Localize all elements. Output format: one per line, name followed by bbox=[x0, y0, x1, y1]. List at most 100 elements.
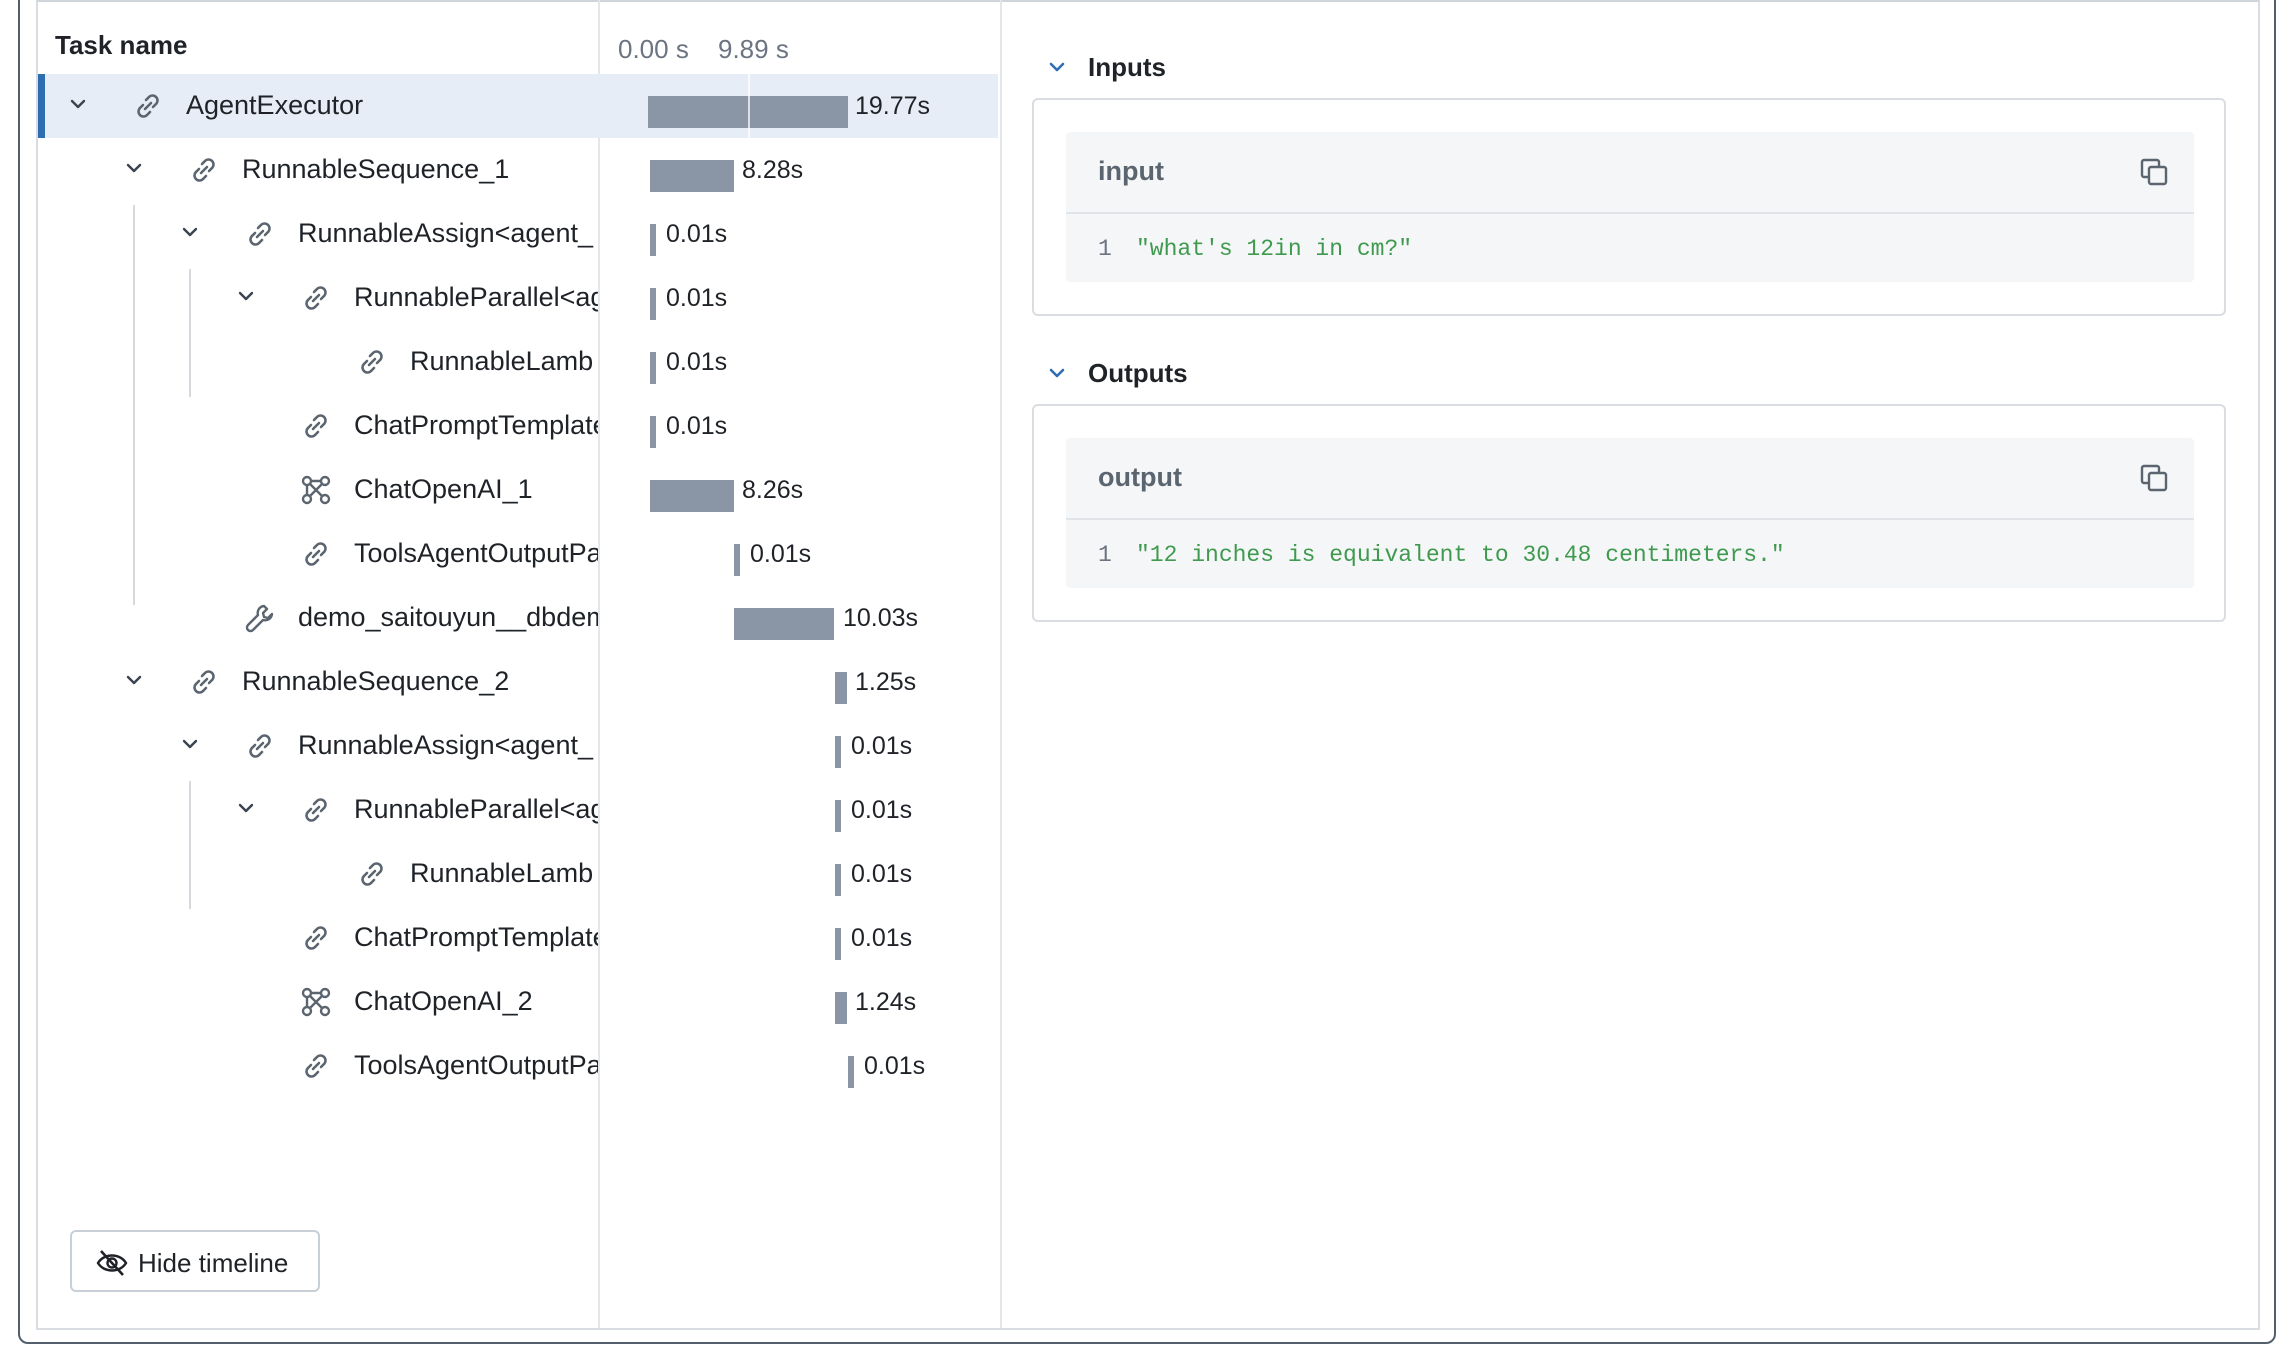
duration-bar bbox=[650, 160, 734, 192]
inputs-card: input 1 "what's 12in in cm?" bbox=[1032, 98, 2226, 316]
chevron-down-icon[interactable] bbox=[124, 670, 144, 690]
task-name-header: Task name bbox=[55, 30, 188, 60]
wrench-icon bbox=[242, 600, 278, 636]
chevron-down-icon[interactable] bbox=[236, 798, 256, 818]
duration-bar bbox=[835, 992, 847, 1024]
task-row[interactable]: RunnableAssign<agent_ 0.01s bbox=[38, 202, 998, 266]
selection-indicator bbox=[38, 74, 45, 138]
link-icon bbox=[298, 920, 334, 956]
duration-label: 19.77s bbox=[855, 92, 931, 120]
duration-label: 0.01s bbox=[666, 412, 728, 440]
timeline-midpoint-tick bbox=[748, 70, 750, 140]
task-name: ChatOpenAI_2 bbox=[354, 986, 533, 1016]
task-row[interactable]: AgentExecutor 19.77s bbox=[38, 74, 998, 138]
model-icon bbox=[298, 472, 334, 508]
duration-bar bbox=[835, 800, 841, 832]
outputs-card: output 1 "12 inches is equivalent to 30.… bbox=[1032, 404, 2226, 622]
hide-timeline-label: Hide timeline bbox=[138, 1248, 289, 1278]
link-icon bbox=[298, 1048, 334, 1084]
duration-label: 0.01s bbox=[851, 732, 913, 760]
duration-bar bbox=[835, 736, 841, 768]
task-name: RunnableSequence_2 bbox=[242, 666, 510, 696]
link-icon bbox=[186, 664, 222, 700]
chevron-down-icon[interactable] bbox=[180, 734, 200, 754]
chevron-down-icon[interactable] bbox=[124, 158, 144, 178]
duration-bar bbox=[835, 864, 841, 896]
task-row[interactable]: RunnableAssign<agent_ 0.01s bbox=[38, 714, 998, 778]
duration-label: 0.01s bbox=[666, 348, 728, 376]
task-row[interactable]: ChatPromptTemplate_1 0.01s bbox=[38, 394, 998, 458]
duration-label: 1.25s bbox=[855, 668, 917, 696]
input-divider bbox=[1066, 212, 2194, 214]
task-row[interactable]: RunnableParallel<ag 0.01s bbox=[38, 266, 998, 330]
task-row[interactable]: RunnableLamb 0.01s bbox=[38, 842, 998, 906]
timeline-start-label: 0.00 s bbox=[618, 34, 689, 64]
link-icon bbox=[242, 216, 278, 252]
duration-label: 0.01s bbox=[851, 796, 913, 824]
duration-label: 0.01s bbox=[851, 924, 913, 952]
task-row[interactable]: ToolsAgentOutputParser 0.01s bbox=[38, 1034, 998, 1098]
chevron-down-icon[interactable] bbox=[236, 286, 256, 306]
inputs-collapse-chevron-icon[interactable] bbox=[1046, 56, 1068, 78]
output-value: "12 inches is equivalent to 30.48 centim… bbox=[1136, 542, 1785, 568]
link-icon bbox=[354, 856, 390, 892]
link-icon bbox=[130, 88, 166, 124]
input-title: input bbox=[1098, 156, 1164, 186]
output-line-number: 1 bbox=[1098, 542, 1112, 568]
duration-label: 8.28s bbox=[742, 156, 804, 184]
task-name: ToolsAgentOutputParser bbox=[354, 1050, 598, 1080]
task-name: RunnableSequence_1 bbox=[242, 154, 510, 184]
task-name: RunnableAssign<agent_ bbox=[298, 730, 593, 760]
task-name: RunnableParallel<ag bbox=[354, 282, 598, 312]
copy-output-icon[interactable] bbox=[2138, 462, 2170, 494]
outputs-collapse-chevron-icon[interactable] bbox=[1046, 362, 1068, 384]
tree-guide-line bbox=[133, 205, 135, 605]
task-row[interactable]: ChatPromptTemplate_2 0.01s bbox=[38, 906, 998, 970]
timeline-mid-label: 9.89 s bbox=[718, 34, 789, 64]
duration-label: 8.26s bbox=[742, 476, 804, 504]
output-code-block: output 1 "12 inches is equivalent to 30.… bbox=[1066, 438, 2194, 588]
hide-timeline-button[interactable]: Hide timeline bbox=[70, 1230, 320, 1292]
duration-bar bbox=[835, 672, 847, 704]
task-row[interactable]: ToolsAgentOutputParser 0.01s bbox=[38, 522, 998, 586]
link-icon bbox=[298, 280, 334, 316]
task-row[interactable]: RunnableSequence_1 8.28s bbox=[38, 138, 998, 202]
duration-label: 0.01s bbox=[666, 220, 728, 248]
link-icon bbox=[298, 792, 334, 828]
copy-input-icon[interactable] bbox=[2138, 156, 2170, 188]
duration-bar bbox=[650, 224, 656, 256]
task-row[interactable]: demo_saitouyun__dbdemos_ 10.03s bbox=[38, 586, 998, 650]
duration-bar bbox=[734, 608, 834, 640]
eye-off-icon bbox=[96, 1249, 128, 1277]
duration-label: 0.01s bbox=[750, 540, 812, 568]
tree-guide-line bbox=[189, 269, 191, 397]
chevron-down-icon[interactable] bbox=[68, 94, 88, 114]
task-name: RunnableAssign<agent_ bbox=[298, 218, 593, 248]
task-name: ChatPromptTemplate_2 bbox=[354, 922, 598, 952]
tree-guide-line bbox=[189, 781, 191, 909]
link-icon bbox=[186, 152, 222, 188]
task-name: ToolsAgentOutputParser bbox=[354, 538, 598, 568]
task-name: ChatPromptTemplate_1 bbox=[354, 410, 598, 440]
model-icon bbox=[298, 984, 334, 1020]
link-icon bbox=[298, 408, 334, 444]
task-row[interactable]: ChatOpenAI_1 8.26s bbox=[38, 458, 998, 522]
task-row[interactable]: RunnableParallel<ag 0.01s bbox=[38, 778, 998, 842]
task-row[interactable]: RunnableLamb 0.01s bbox=[38, 330, 998, 394]
output-divider bbox=[1066, 518, 2194, 520]
chevron-down-icon[interactable] bbox=[180, 222, 200, 242]
duration-label: 10.03s bbox=[843, 604, 919, 632]
duration-bar bbox=[848, 1056, 854, 1088]
task-name: demo_saitouyun__dbdemos_ bbox=[298, 602, 598, 632]
duration-bar bbox=[734, 544, 740, 576]
task-row[interactable]: ChatOpenAI_2 1.24s bbox=[38, 970, 998, 1034]
task-name: AgentExecutor bbox=[186, 90, 364, 120]
task-row[interactable]: RunnableSequence_2 1.25s bbox=[38, 650, 998, 714]
link-icon bbox=[242, 728, 278, 764]
task-name: RunnableLamb bbox=[410, 346, 594, 376]
inputs-section-title: Inputs bbox=[1088, 52, 1166, 82]
duration-bar bbox=[650, 352, 656, 384]
duration-bar bbox=[650, 288, 656, 320]
panel-divider[interactable] bbox=[1000, 0, 1002, 1328]
task-name: ChatOpenAI_1 bbox=[354, 474, 533, 504]
